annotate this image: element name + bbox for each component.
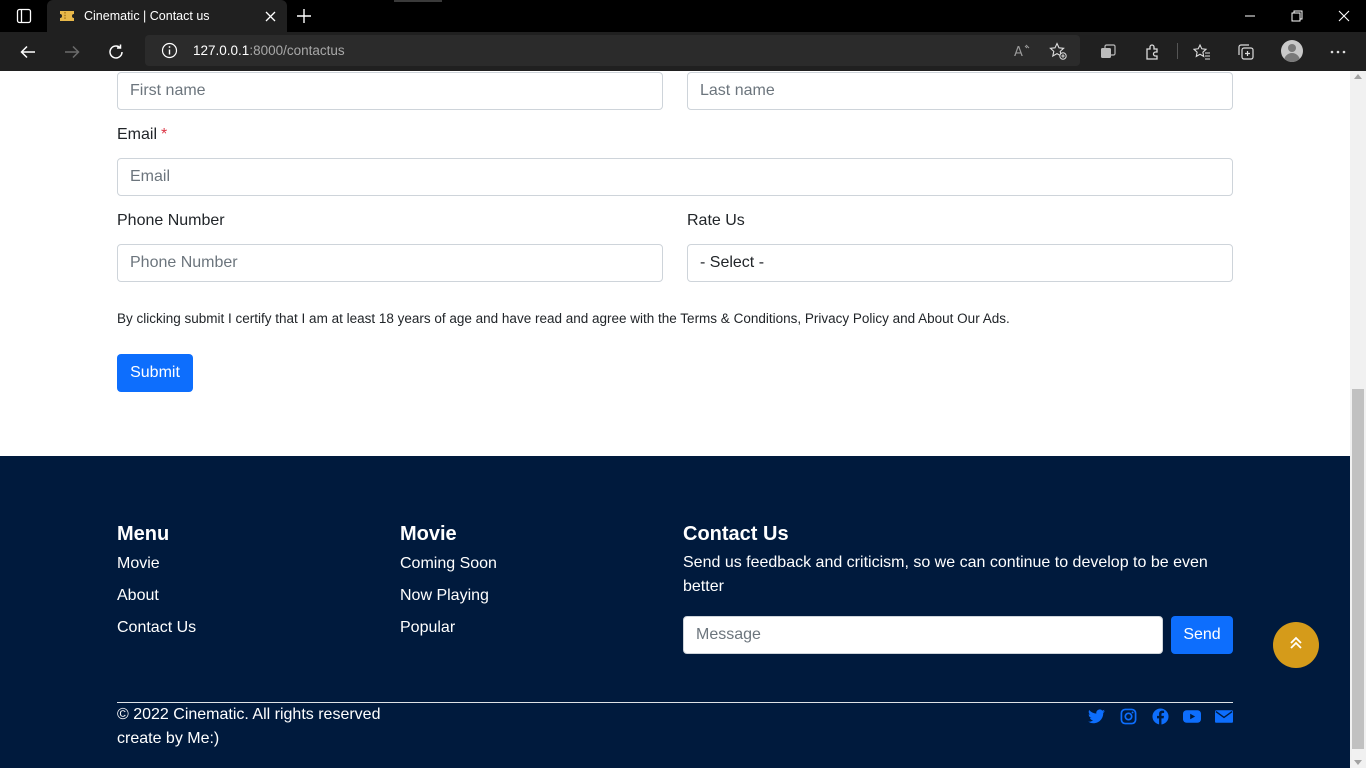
phone-input[interactable] (117, 244, 663, 282)
scroll-down-arrow-icon[interactable] (1354, 760, 1362, 765)
last-name-input[interactable] (687, 72, 1233, 110)
titlebar-drag-strip (394, 0, 442, 2)
youtube-icon[interactable] (1183, 707, 1201, 725)
mail-icon[interactable] (1215, 707, 1233, 725)
collections-split-icon[interactable] (1097, 41, 1119, 63)
footer-link-now-playing[interactable]: Now Playing (400, 587, 489, 605)
avatar-head (1288, 44, 1296, 52)
browser-tab-active[interactable]: Cinematic | Contact us (47, 0, 287, 32)
new-tab-icon[interactable] (295, 7, 313, 25)
back-icon[interactable] (17, 41, 39, 63)
tab-title: Cinematic | Contact us (84, 9, 210, 23)
refresh-icon[interactable] (105, 41, 127, 63)
double-chevron-up-icon (1288, 635, 1304, 656)
footer-link-popular[interactable]: Popular (400, 619, 455, 637)
more-options-icon[interactable] (1327, 41, 1349, 63)
url-path: :8000/contactus (249, 43, 345, 58)
profile-avatar[interactable] (1281, 40, 1303, 62)
footer-link-coming-soon[interactable]: Coming Soon (400, 555, 497, 573)
instagram-icon[interactable] (1119, 707, 1137, 725)
add-favorite-icon[interactable] (1049, 42, 1067, 60)
close-window-icon[interactable] (1336, 8, 1352, 24)
address-bar[interactable]: 127.0.0.1:8000/contactus A (145, 35, 1080, 66)
page-scrollbar[interactable] (1350, 71, 1366, 768)
copyright-text: © 2022 Cinematic. All rights reserved (117, 706, 381, 723)
first-name-input[interactable] (117, 72, 663, 110)
site-footer: Menu Movie About Contact Us Movie Coming… (0, 456, 1350, 768)
footer-menu-heading: Menu (117, 523, 170, 545)
send-button[interactable]: Send (1171, 616, 1233, 654)
footer-divider (117, 702, 1233, 703)
scroll-up-arrow-icon[interactable] (1354, 74, 1362, 79)
minimize-icon[interactable] (1242, 8, 1258, 24)
facebook-icon[interactable] (1151, 707, 1169, 725)
rate-select[interactable]: - Select - (687, 244, 1233, 282)
email-label-text: Email (117, 126, 158, 143)
close-tab-icon[interactable] (263, 9, 277, 23)
favorites-icon[interactable] (1191, 41, 1213, 63)
footer-link-about[interactable]: About (117, 587, 159, 605)
avatar-body (1284, 53, 1300, 62)
browser-titlebar: Cinematic | Contact us (0, 0, 1366, 32)
footer-movie-heading: Movie (400, 523, 457, 545)
phone-label: Phone Number (117, 212, 225, 229)
collections-icon[interactable] (1235, 41, 1257, 63)
email-label: Email * (117, 126, 167, 144)
forward-icon[interactable] (61, 41, 83, 63)
url-text[interactable]: 127.0.0.1:8000/contactus (193, 43, 345, 58)
submit-button[interactable]: Submit (117, 354, 193, 392)
footer-contact-text: Send us feedback and criticism, so we ca… (683, 554, 1208, 595)
url-host: 127.0.0.1 (193, 43, 250, 58)
rate-label: Rate Us (687, 212, 745, 229)
svg-text:A: A (1014, 45, 1023, 60)
read-aloud-icon[interactable]: A (1013, 42, 1031, 60)
twitter-icon[interactable] (1087, 707, 1105, 725)
email-input[interactable] (117, 158, 1233, 196)
back-to-top-button[interactable] (1273, 622, 1319, 668)
terms-text: By clicking submit I certify that I am a… (117, 311, 1010, 326)
message-input[interactable] (683, 616, 1163, 654)
restore-icon[interactable] (1289, 8, 1305, 24)
credit-text: create by Me:) (117, 730, 220, 747)
tab-actions-icon[interactable] (16, 8, 32, 24)
toolbar-separator (1177, 43, 1178, 59)
ticket-icon (59, 9, 75, 23)
rate-select-value: - Select - (700, 254, 765, 271)
scroll-thumb[interactable] (1352, 389, 1364, 749)
page-viewport: Email* Phone Number Rate Us - Select - B… (0, 71, 1350, 768)
site-info-icon[interactable] (161, 42, 178, 59)
footer-contact-heading: Contact Us (683, 523, 789, 545)
extensions-icon[interactable] (1142, 41, 1164, 63)
footer-link-contact-us[interactable]: Contact Us (117, 619, 196, 637)
required-mark: * (161, 126, 168, 143)
footer-link-movie[interactable]: Movie (117, 555, 160, 573)
